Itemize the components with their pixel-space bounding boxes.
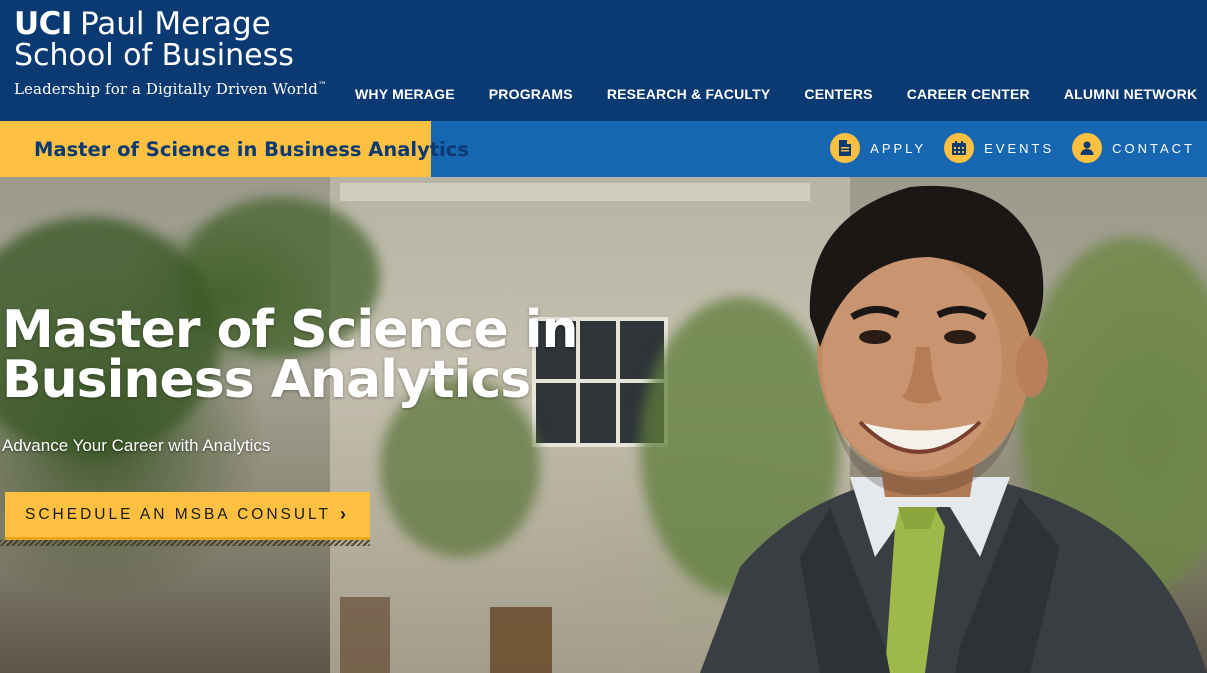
hero-title-line2: Business Analytics [2, 350, 531, 410]
hero-title: Master of Science in Business Analytics [2, 304, 579, 406]
logo-name: Paul Merage [79, 6, 271, 42]
building-door-left [340, 597, 390, 673]
apply-label: APPLY [870, 140, 927, 156]
school-logo[interactable]: UCI Paul Merage School of Business Leader… [14, 8, 327, 99]
schedule-consult-button[interactable]: SCHEDULE AN MSBA CONSULT › [5, 492, 370, 540]
calendar-icon [944, 133, 975, 163]
document-icon [830, 133, 861, 163]
logo-brand: UCI [14, 6, 72, 42]
cta-shadow [0, 540, 370, 546]
apply-link[interactable]: APPLY [830, 133, 926, 163]
program-bar: Master of Science in Business Analytics … [0, 121, 1207, 177]
nav-centers[interactable]: CENTERS [804, 86, 872, 102]
trademark-symbol: ™ [317, 81, 328, 91]
utility-links: APPLY EVENTS CONTACT [812, 133, 1195, 163]
chevron-right-icon: › [340, 504, 346, 524]
program-title: Master of Science in Business Analytics [34, 137, 469, 161]
logo-line1: UCI Paul Merage [14, 8, 327, 41]
student-portrait [700, 185, 1207, 673]
tagline-text: Leadership for a Digitally Driven World [14, 80, 318, 98]
nav-career-center[interactable]: CAREER CENTER [907, 86, 1030, 102]
hero-subtitle: Advance Your Career with Analytics [2, 436, 271, 455]
events-link[interactable]: EVENTS [944, 133, 1054, 163]
events-label: EVENTS [984, 140, 1055, 156]
logo-line2: School of Business [14, 38, 294, 73]
person-icon [1072, 133, 1103, 163]
logo-tagline: Leadership for a Digitally Driven World™ [14, 80, 327, 98]
contact-label: CONTACT [1112, 140, 1195, 156]
building-door [490, 607, 552, 673]
nav-programs[interactable]: PROGRAMS [489, 86, 573, 102]
nav-alumni-network[interactable]: ALUMNI NETWORK [1064, 86, 1197, 102]
contact-link[interactable]: CONTACT [1072, 133, 1195, 163]
nav-research-faculty[interactable]: RESEARCH & FACULTY [607, 86, 771, 102]
main-nav: WHY MERAGE PROGRAMS RESEARCH & FACULTY C… [355, 86, 1207, 102]
site-header: UCI Paul Merage School of Business Leader… [0, 0, 1207, 121]
hero-banner: Master of Science in Business Analytics … [0, 177, 1207, 673]
cta-label: SCHEDULE AN MSBA CONSULT [25, 505, 331, 523]
program-menu-toggle[interactable]: Master of Science in Business Analytics [0, 121, 469, 177]
nav-why-merage[interactable]: WHY MERAGE [355, 86, 455, 102]
hero-text: Master of Science in Business Analytics … [2, 304, 579, 456]
